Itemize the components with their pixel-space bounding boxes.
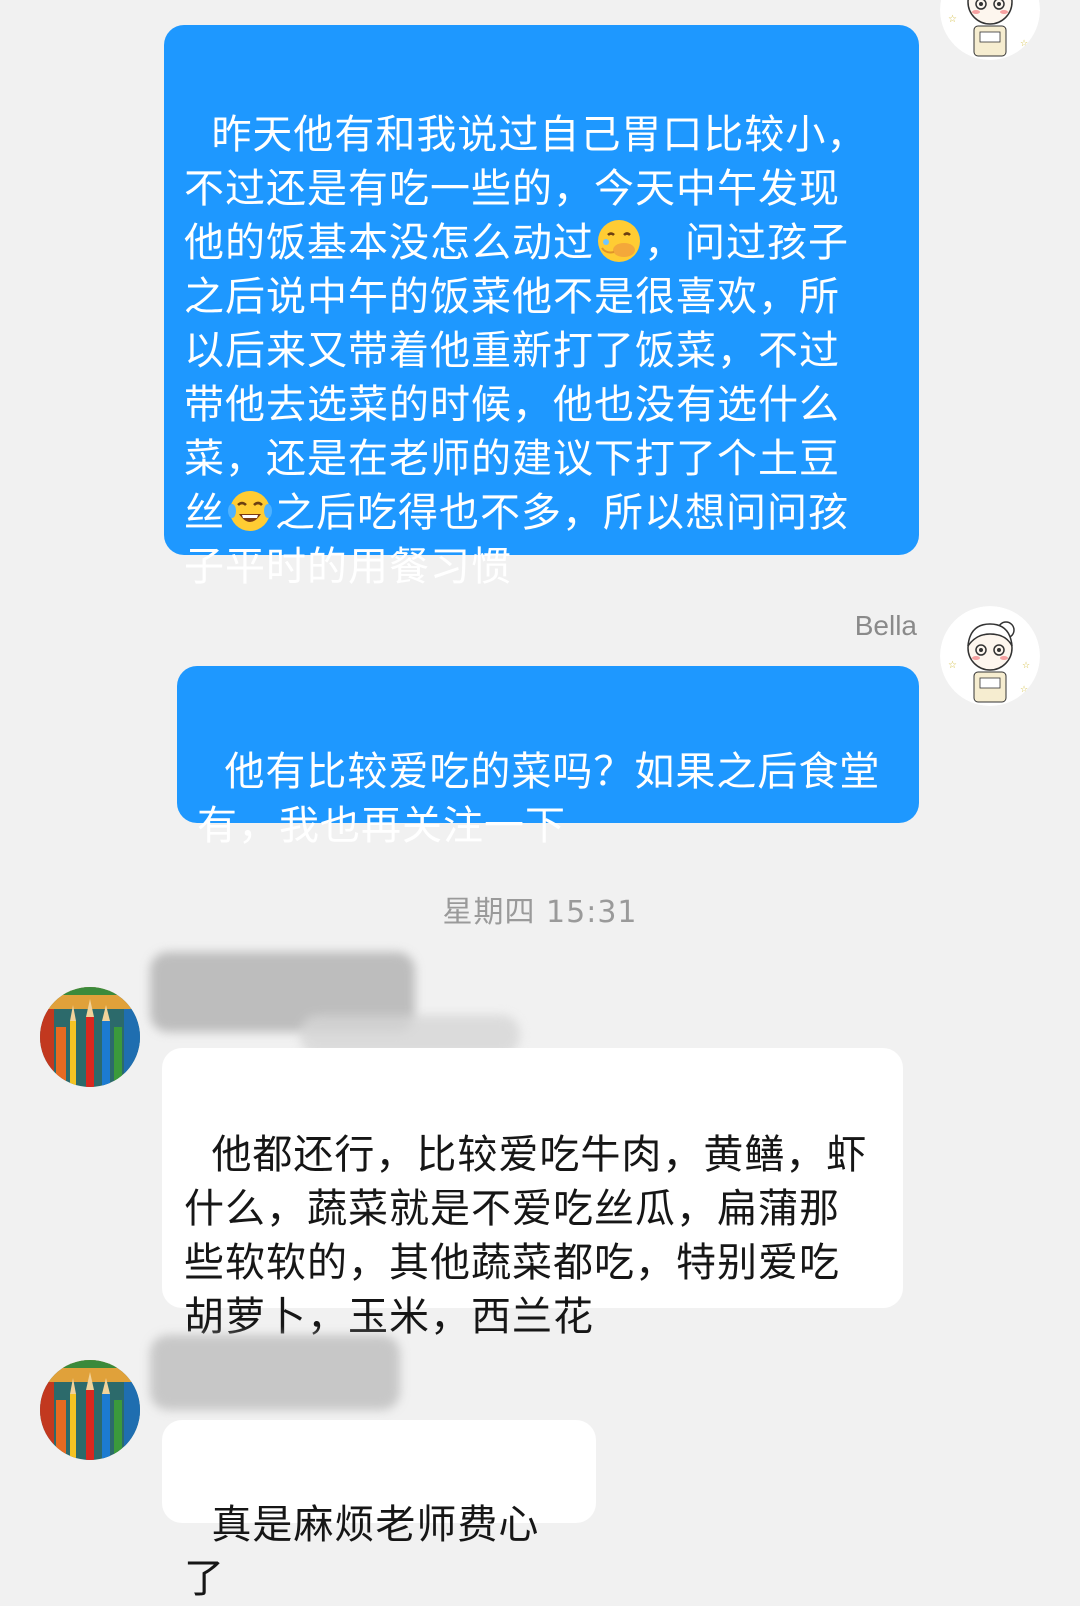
message-text: 之后吃得也不多，所以想问问孩 子平时的用餐习惯	[184, 490, 849, 590]
contact-avatar[interactable]	[40, 987, 140, 1087]
contact-avatar[interactable]	[40, 1360, 140, 1460]
svg-text:☆: ☆	[948, 14, 957, 25]
cartoon-girl-avatar-icon: ☆ ☆ ☆	[940, 606, 1040, 706]
timestamp: 星期四 15:31	[442, 895, 638, 930]
svg-text:☆: ☆	[1020, 685, 1028, 695]
message-text: 真是麻烦老师费心了	[184, 1502, 540, 1602]
svg-text:☆: ☆	[1022, 661, 1030, 671]
message-bubble-incoming[interactable]: 真是麻烦老师费心了	[162, 1420, 596, 1602]
colored-pencils-avatar-icon	[40, 987, 140, 1087]
message-text: 他都还行，比较爱吃牛肉，黄鳝，虾 什么，蔬菜就是不爱吃丝瓜，扁蒲那 些软软的，其…	[184, 1132, 868, 1340]
svg-text:☆: ☆	[1020, 39, 1028, 49]
sender-name: Bella	[854, 610, 917, 641]
cartoon-girl-avatar-icon: ☆ ☆	[940, 0, 1040, 60]
message-bubble-outgoing[interactable]: 昨天他有和我说过自己胃口比较小， 不过还是有吃一些的，今天中午发现 他的饭基本没…	[164, 25, 919, 590]
message-bubble-incoming[interactable]: 他都还行，比较爱吃牛肉，黄鳝，虾 什么，蔬菜就是不爱吃丝瓜，扁蒲那 些软软的，其…	[162, 1048, 903, 1340]
self-avatar[interactable]: ☆ ☆	[940, 0, 1040, 60]
message-text: ，问过孩子 之后说中午的饭菜他不是很喜欢，所 以后来又带着他重新打了饭菜，不过 …	[184, 220, 849, 536]
self-avatar[interactable]: ☆ ☆ ☆	[940, 606, 1040, 706]
face-with-hand-over-mouth-emoji-icon	[598, 220, 640, 262]
message-text: 他有比较爱吃的菜吗？如果之后食堂 有，我也再关注一下	[197, 749, 881, 849]
message-bubble-outgoing[interactable]: 他有比较爱吃的菜吗？如果之后食堂 有，我也再关注一下	[177, 666, 919, 849]
redacted-sender-name	[150, 1335, 400, 1410]
svg-text:☆: ☆	[948, 660, 957, 671]
colored-pencils-avatar-icon	[40, 1360, 140, 1460]
tears-of-joy-emoji-icon	[228, 491, 272, 531]
